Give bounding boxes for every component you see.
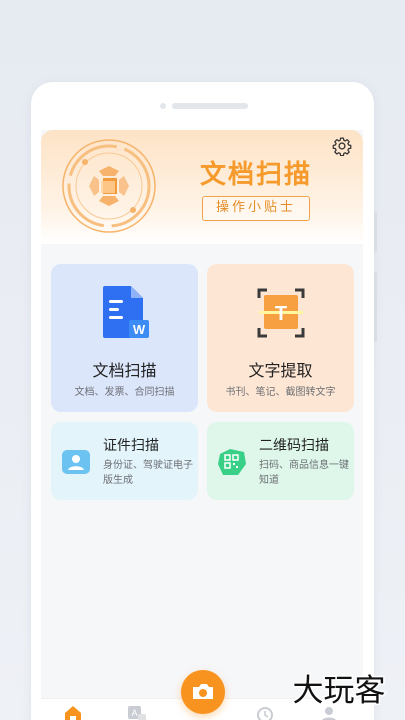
phone-frame: 文档扫描 操作小贴士 W 文档扫描 文档、发票、合同扫描 T 文字提取 书刊、笔… [31, 82, 377, 720]
banner-title: 文档扫描 [199, 160, 312, 190]
phone-speaker [172, 103, 248, 109]
gear-icon[interactable] [332, 136, 352, 156]
tab-translate[interactable]: A 翻译 [117, 705, 157, 720]
camera-icon [193, 684, 213, 699]
id-card-icon [62, 450, 90, 474]
front-camera [160, 103, 166, 109]
id-scan-card[interactable]: 证件扫描 身份证、驾驶证电子版生成 [51, 422, 198, 500]
id-scan-title: 证件扫描 [103, 438, 159, 454]
tab-home[interactable]: 首页 [53, 705, 93, 720]
phone-side-button [374, 212, 377, 252]
watermark-logo: 大玩客 [291, 672, 387, 711]
word-badge: W [132, 322, 145, 337]
home-icon [65, 706, 81, 720]
text-extract-title: 文字提取 [248, 361, 313, 380]
text-extract-icon: T [257, 288, 304, 338]
document-word-icon: W [102, 286, 149, 338]
text-badge: T [274, 303, 286, 325]
doc-scan-title: 文档扫描 [92, 361, 157, 380]
camera-button[interactable] [181, 670, 225, 714]
translate-icon: A [128, 706, 146, 720]
doc-scan-subtitle: 文档、发票、合同扫描 [74, 387, 175, 398]
tips-button[interactable]: 操作小贴士 [202, 196, 310, 221]
watermark-text: 大玩客 [293, 673, 386, 709]
text-extract-card[interactable]: T 文字提取 书刊、笔记、截图转文字 [207, 264, 354, 412]
scanner-emblem-icon [62, 139, 156, 233]
qr-scan-title: 二维码扫描 [259, 438, 329, 454]
text-extract-subtitle: 书刊、笔记、截图转文字 [225, 387, 336, 398]
phone-side-button [374, 272, 377, 342]
svg-text:A: A [131, 708, 137, 718]
qr-scan-subtitle: 扫码、商品信息一键知道 [259, 460, 349, 486]
qr-code-icon [218, 449, 246, 475]
app-screen: 文档扫描 操作小贴士 W 文档扫描 文档、发票、合同扫描 T 文字提取 书刊、笔… [41, 130, 363, 720]
alarm-icon [257, 707, 273, 720]
qr-scan-card[interactable]: 二维码扫描 扫码、商品信息一键知道 [207, 422, 354, 500]
id-scan-subtitle: 身份证、驾驶证电子版生成 [103, 460, 193, 486]
doc-scan-card[interactable]: W 文档扫描 文档、发票、合同扫描 [51, 264, 198, 412]
header-banner: 文档扫描 操作小贴士 [41, 130, 363, 244]
